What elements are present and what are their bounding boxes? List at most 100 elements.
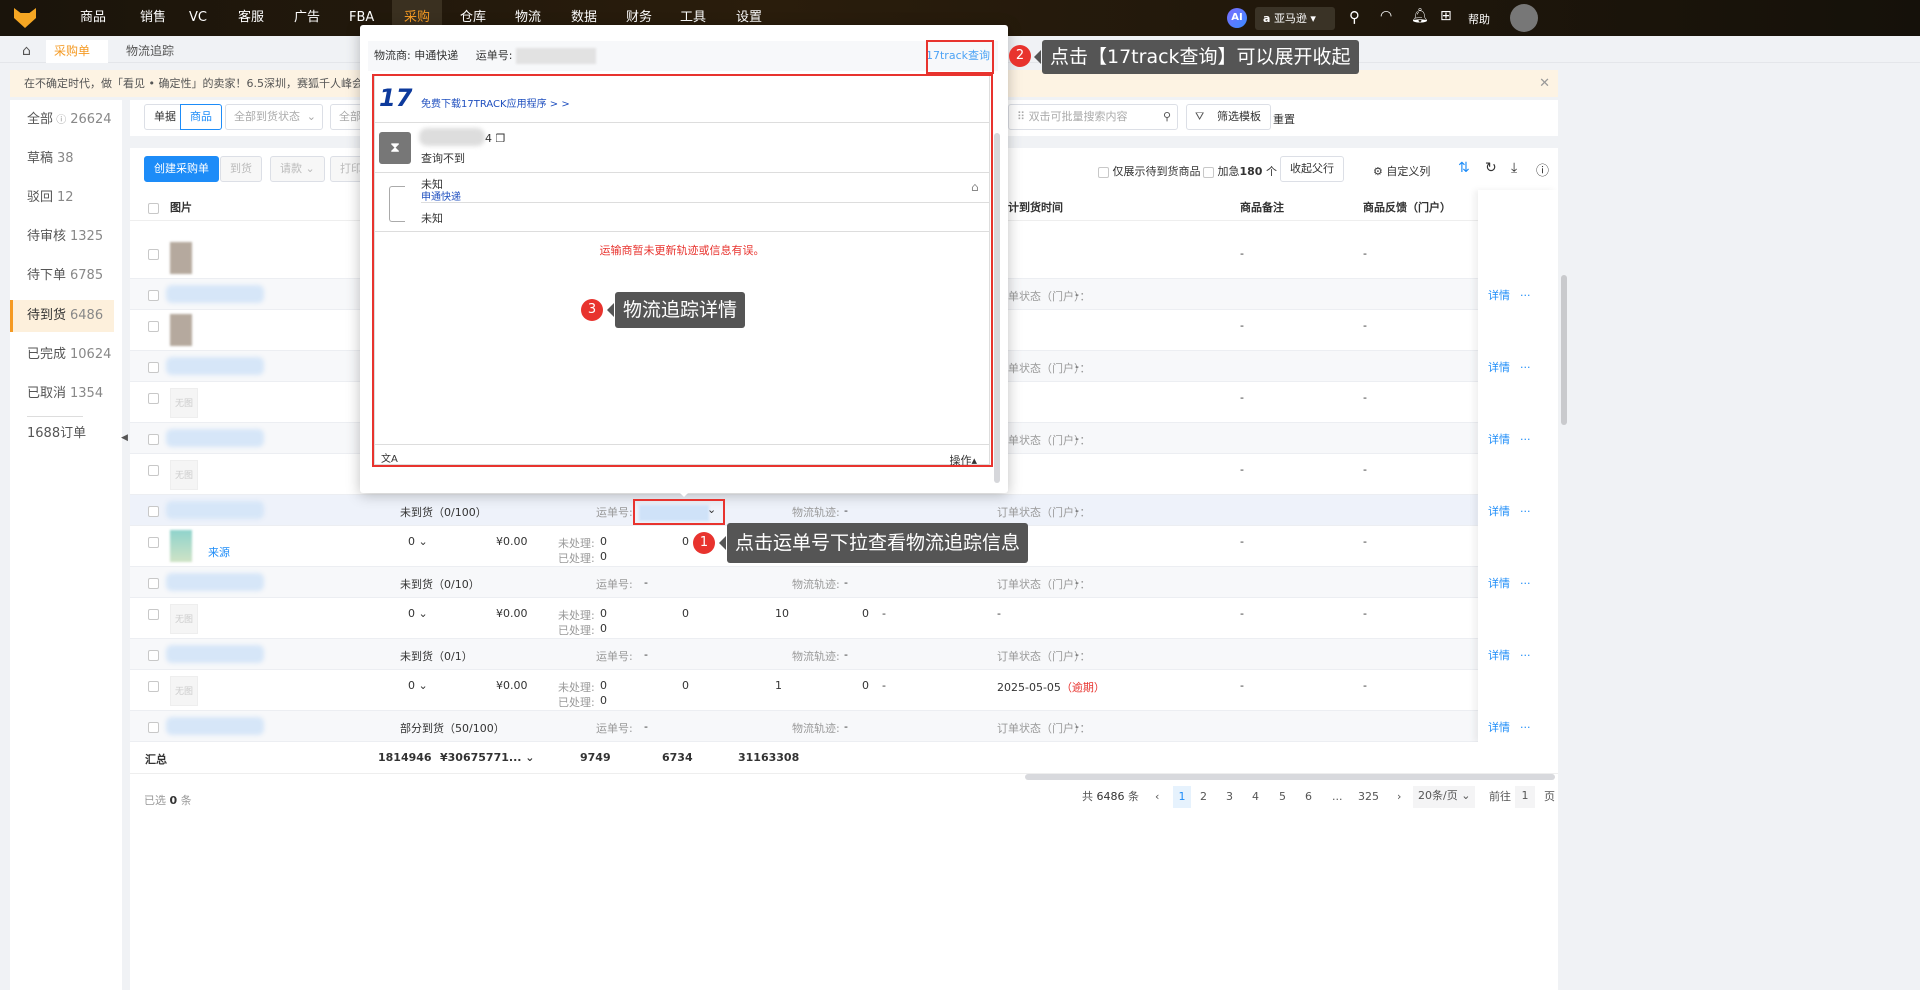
vertical-scrollbar[interactable] (1561, 275, 1567, 425)
sidebar-item[interactable]: 1688订单 (10, 418, 114, 450)
ai-button[interactable]: AI (1227, 8, 1247, 28)
detail-link[interactable]: 详情 (1488, 433, 1510, 446)
filter-template-button[interactable]: ⛛ 筛选模板 (1186, 104, 1271, 130)
more-icon[interactable]: ··· (1520, 361, 1531, 374)
more-icon[interactable]: ··· (1520, 721, 1531, 734)
custom-columns-button[interactable]: ⚙ 自定义列 (1373, 163, 1430, 179)
nav-item[interactable]: VC (177, 0, 219, 36)
sidebar-item[interactable]: 待下单 6785 (10, 260, 114, 292)
more-icon[interactable]: ··· (1520, 505, 1531, 518)
help-icon[interactable]: ⓘ (1536, 160, 1549, 179)
nav-item[interactable]: 销售 (128, 0, 178, 36)
detail-link[interactable]: 详情 (1488, 649, 1510, 662)
page-size-select[interactable]: 20条/页 ⌄ (1413, 786, 1476, 808)
home-tab-icon[interactable]: ⌂ (14, 40, 39, 63)
tab-purchase-order[interactable]: 采购单 ✕ (46, 40, 108, 81)
row-checkbox[interactable] (148, 504, 159, 517)
chevron-down-icon[interactable]: ⌄ (707, 503, 716, 516)
nav-item[interactable]: 商品 (68, 0, 118, 36)
reset-button[interactable]: 重置 (1273, 111, 1295, 127)
sidebar-item[interactable]: 已完成 10624 (10, 339, 114, 371)
arrive-button[interactable]: 到货 (220, 156, 262, 182)
detail-link[interactable]: 详情 (1488, 361, 1510, 374)
product-image[interactable] (170, 530, 192, 562)
summary-amount[interactable]: ¥30675771... ⌄ (440, 751, 534, 764)
headset-icon[interactable]: ◠ (1380, 8, 1392, 24)
avatar[interactable] (1510, 4, 1538, 32)
search-input[interactable]: ⠿ 双击可批量搜索内容 ⚲ (1008, 104, 1178, 130)
more-icon[interactable]: ··· (1520, 577, 1531, 590)
arrival-status-select[interactable]: 全部到货状态 ⌄ (225, 104, 323, 130)
quantity-dropdown[interactable]: 0 ⌄ (408, 679, 428, 692)
collapse-sidebar-icon[interactable]: ◀ (121, 433, 128, 443)
help-icon[interactable]: ⓘ (53, 115, 66, 126)
only-pending-checkbox[interactable]: 仅展示待到货商品 (1098, 163, 1201, 179)
sidebar-item[interactable]: 待审核 1325 (10, 221, 114, 253)
nav-item[interactable]: 客服 (226, 0, 276, 36)
detail-link[interactable]: 详情 (1488, 577, 1510, 590)
row-checkbox[interactable] (148, 247, 159, 260)
row-checkbox[interactable] (148, 535, 159, 548)
goto-page-input[interactable]: 1 (1515, 786, 1535, 808)
pagination-ellipsis[interactable]: ... (1332, 787, 1343, 807)
page-button[interactable]: 325 (1358, 787, 1379, 807)
seg-product[interactable]: 商品 (180, 104, 222, 130)
create-purchase-order-button[interactable]: 创建采购单 (144, 156, 219, 182)
select-all-checkbox[interactable] (148, 195, 159, 221)
row-height-icon[interactable]: ⇅ (1458, 160, 1470, 176)
page-button[interactable]: 3 (1226, 787, 1233, 807)
page-button[interactable]: 1 (1173, 786, 1191, 808)
collapse-parent-rows-button[interactable]: 收起父行 (1280, 156, 1344, 182)
sidebar-item[interactable]: 驳回 12 (10, 182, 114, 214)
more-icon[interactable]: ··· (1520, 649, 1531, 662)
tracking-dropdown[interactable] (639, 505, 709, 521)
sidebar-item[interactable]: 草稿 38 (10, 143, 114, 175)
row-checkbox[interactable] (148, 463, 159, 476)
page-button[interactable]: 5 (1279, 787, 1286, 807)
help-link[interactable]: 帮助 (1468, 11, 1490, 27)
sidebar-item[interactable]: 全部 ⓘ 26624 (10, 104, 114, 136)
more-icon[interactable]: ··· (1520, 433, 1531, 446)
prev-page-button[interactable]: ‹ (1155, 787, 1159, 807)
detail-link[interactable]: 详情 (1488, 505, 1510, 518)
search-icon[interactable]: ⚲ (1349, 8, 1360, 26)
row-checkbox[interactable] (148, 288, 159, 301)
product-image[interactable] (170, 314, 192, 346)
sidebar-item[interactable]: 已取消 1354 (10, 378, 114, 410)
page-button[interactable]: 2 (1200, 787, 1207, 807)
urgent-checkbox[interactable]: 加急180 个 (1203, 163, 1277, 179)
row-checkbox[interactable] (148, 607, 159, 620)
refresh-icon[interactable]: ↻ (1485, 160, 1497, 176)
more-icon[interactable]: ··· (1520, 289, 1531, 302)
store-selector[interactable]: a 亚马逊 ▾ (1255, 7, 1335, 30)
pay-request-button[interactable]: 请款 ⌄ (270, 156, 325, 182)
logo-icon[interactable] (14, 8, 36, 28)
row-checkbox[interactable] (148, 432, 159, 445)
bell-icon[interactable]: 🔔︎ (1411, 8, 1429, 24)
close-icon[interactable]: ✕ (1539, 70, 1550, 97)
next-page-button[interactable]: › (1397, 787, 1401, 807)
search-icon[interactable]: ⚲ (1163, 105, 1171, 129)
horizontal-scrollbar[interactable] (1025, 774, 1555, 780)
row-checkbox[interactable] (148, 319, 159, 332)
tab-logistics-tracking[interactable]: 物流追踪 (118, 40, 182, 63)
detail-link[interactable]: 详情 (1488, 289, 1510, 302)
row-checkbox[interactable] (148, 360, 159, 373)
row-checkbox[interactable] (148, 720, 159, 733)
product-image[interactable] (170, 242, 192, 274)
popup-scrollbar[interactable] (994, 133, 1000, 483)
apps-icon[interactable]: ⊞ (1440, 8, 1452, 24)
source-link[interactable]: 来源 (208, 544, 230, 560)
row-checkbox[interactable] (148, 648, 159, 661)
sidebar-item[interactable]: 待到货 6486 (10, 300, 114, 332)
detail-link[interactable]: 详情 (1488, 721, 1510, 734)
quantity-dropdown[interactable]: 0 ⌄ (408, 535, 428, 548)
page-button[interactable]: 6 (1305, 787, 1312, 807)
row-checkbox[interactable] (148, 679, 159, 692)
row-checkbox[interactable] (148, 391, 159, 404)
page-button[interactable]: 4 (1252, 787, 1259, 807)
download-icon[interactable]: ⤓ (1511, 160, 1517, 176)
quantity-dropdown[interactable]: 0 ⌄ (408, 607, 428, 620)
row-checkbox[interactable] (148, 576, 159, 589)
nav-item[interactable]: 广告 (282, 0, 332, 36)
